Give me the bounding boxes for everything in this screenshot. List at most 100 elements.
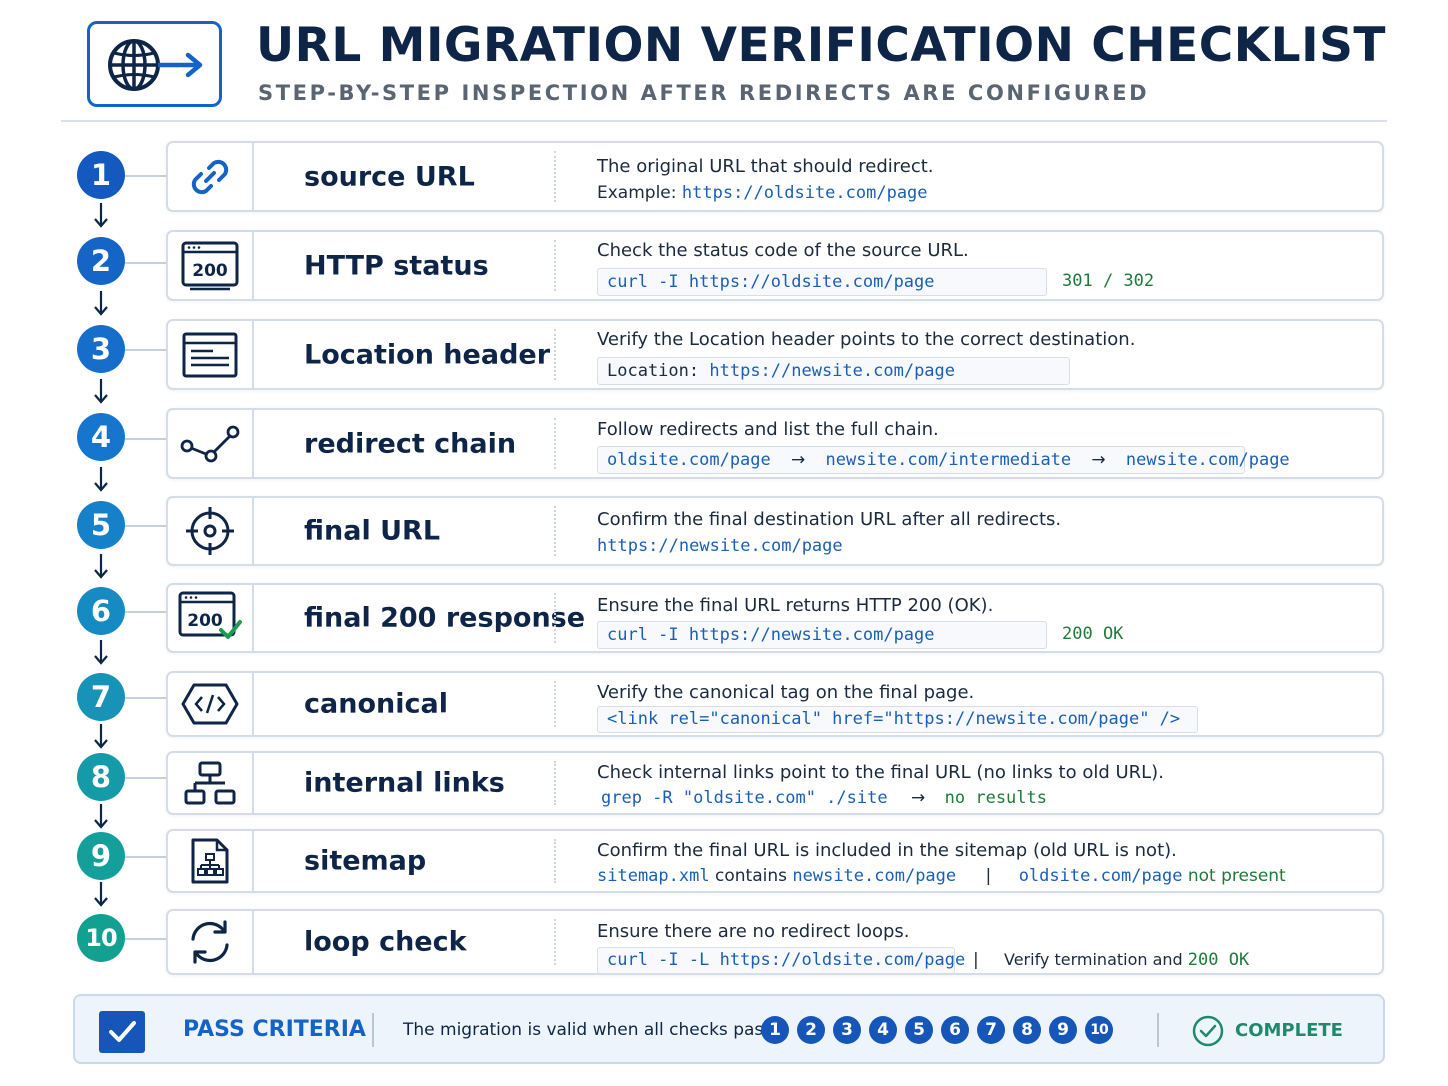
- grep-line: grep -R "oldsite.com" ./site → no result…: [601, 788, 1047, 808]
- sitemap-file-icon: [191, 838, 229, 884]
- arrow-right-icon: →: [910, 788, 926, 808]
- step-description: Ensure there are no redirect loops.: [597, 921, 910, 942]
- divider: [554, 919, 556, 965]
- step-badge: 3: [833, 1016, 861, 1044]
- down-arrow-icon: [94, 554, 108, 579]
- command-box: curl -I https://oldsite.com/page: [597, 268, 1047, 296]
- step-card-loop-check: loop check Ensure there are no redirect …: [166, 909, 1384, 975]
- step-card-final-200-response: 200 final 200 response Ensure the final …: [166, 583, 1384, 653]
- step-description: Ensure the final URL returns HTTP 200 (O…: [597, 595, 994, 616]
- step-number: 3: [77, 325, 125, 373]
- down-arrow-icon: [94, 804, 108, 829]
- header-key: Location:: [607, 361, 700, 381]
- svg-text:200: 200: [187, 611, 223, 631]
- step-label: redirect chain: [304, 428, 517, 459]
- step-connector: [125, 856, 167, 858]
- step-connector: [125, 611, 167, 613]
- page-title: URL MIGRATION VERIFICATION CHECKLIST: [256, 18, 1386, 73]
- step-description: Confirm the final URL is included in the…: [597, 840, 1177, 861]
- step-badges: 1 2 3 4 5 6 7 8 9 10: [761, 1016, 1113, 1044]
- step-connector: [125, 697, 167, 699]
- pass-criteria-label: PASS CRITERIA: [183, 1017, 366, 1042]
- down-arrow-icon: [94, 203, 108, 228]
- sitemap-file: sitemap.xml: [597, 866, 710, 886]
- down-arrow-icon: [94, 724, 108, 749]
- loop-verify-line: |: [973, 950, 979, 970]
- step-connector: [125, 777, 167, 779]
- step-connector: [125, 438, 167, 440]
- chain-item: newsite.com/page: [1125, 450, 1290, 470]
- divider: [554, 681, 556, 727]
- step-badge: 2: [797, 1016, 825, 1044]
- verify-text: Verify termination and: [1004, 950, 1183, 969]
- command-box: curl -I https://newsite.com/page: [597, 621, 1047, 649]
- link-icon: [191, 159, 229, 194]
- final-url: https://newsite.com/page: [597, 536, 843, 556]
- checkbox-checked-icon: [99, 1011, 145, 1053]
- browser-200-icon: 200: [181, 241, 239, 290]
- verify-result: 200 OK: [1187, 950, 1250, 970]
- step-badge: 9: [1049, 1016, 1077, 1044]
- step-description: The original URL that should redirect.: [597, 156, 934, 177]
- header-value: https://newsite.com/page: [709, 361, 956, 381]
- step-number: 1: [77, 151, 125, 199]
- step-card-redirect-chain: redirect chain Follow redirects and list…: [166, 408, 1384, 479]
- canonical-tag-box: <link rel="canonical" href="https://news…: [597, 706, 1198, 733]
- divider-text: |: [973, 950, 979, 970]
- step-label: HTTP status: [304, 250, 489, 281]
- step-connector: [125, 349, 167, 351]
- step-label: source URL: [304, 161, 475, 192]
- chain-nodes-icon: [180, 425, 240, 462]
- old-url: oldsite.com/page: [1018, 866, 1183, 886]
- divider: [554, 418, 556, 469]
- divider: [1157, 1013, 1159, 1047]
- step-description: Follow redirects and list the full chain…: [597, 419, 939, 440]
- arrow-right-icon: →: [1091, 450, 1106, 470]
- new-url: newsite.com/page: [792, 866, 957, 886]
- grep-command: grep -R "oldsite.com" ./site: [601, 788, 888, 808]
- step-card-final-url: final URL Confirm the final destination …: [166, 496, 1384, 566]
- svg-text:200: 200: [192, 261, 228, 281]
- step-number: 6: [77, 587, 125, 635]
- logo: [87, 21, 222, 107]
- divider: [554, 593, 556, 643]
- redirect-chain-box: oldsite.com/page → newsite.com/intermedi…: [597, 446, 1290, 474]
- divider: [554, 240, 556, 291]
- refresh-loop-icon: [191, 920, 229, 964]
- divider: [554, 839, 556, 883]
- browser-200-check-icon: 200: [178, 591, 242, 639]
- down-arrow-icon: [94, 467, 108, 492]
- grep-result: no results: [944, 788, 1047, 808]
- down-arrow-icon: [94, 379, 108, 404]
- pass-criteria-bar: PASS CRITERIA The migration is valid whe…: [73, 994, 1385, 1064]
- step-badge: 1: [761, 1016, 789, 1044]
- chain-item: newsite.com/intermediate: [825, 450, 1072, 470]
- status-result: 301 / 302: [1062, 271, 1155, 291]
- step-number: 2: [77, 237, 125, 285]
- header-divider: [61, 120, 1387, 122]
- not-present-text: not present: [1187, 866, 1286, 886]
- step-connector: [125, 262, 167, 264]
- chain-item: oldsite.com/page: [607, 450, 771, 470]
- example-url: https://oldsite.com/page: [681, 183, 928, 203]
- crosshair-icon: [186, 507, 234, 555]
- step-description: Confirm the final destination URL after …: [597, 509, 1062, 530]
- contains-text: contains: [715, 866, 787, 886]
- check-circle-icon: [1192, 1015, 1224, 1047]
- step-number: 9: [77, 832, 125, 880]
- pass-criteria-text: The migration is valid when all checks p…: [403, 1020, 778, 1040]
- step-badge: 4: [869, 1016, 897, 1044]
- step-description: Verify the Location header points to the…: [597, 329, 1136, 350]
- down-arrow-icon: [94, 291, 108, 316]
- globe-arrow-icon: [108, 39, 203, 91]
- step-label: sitemap: [304, 845, 427, 877]
- step-label: Location header: [304, 339, 551, 370]
- command-box: curl -I -L https://oldsite.com/page: [597, 947, 965, 974]
- divider: [372, 1013, 374, 1047]
- sitemap-tree-icon: [184, 761, 236, 805]
- example-line: Example: https://oldsite.com/page: [597, 183, 928, 203]
- step-card-internal-links: internal links Check internal links poin…: [166, 751, 1384, 815]
- down-arrow-icon: [94, 882, 108, 907]
- step-number: 4: [77, 413, 125, 461]
- step-connector: [125, 525, 167, 527]
